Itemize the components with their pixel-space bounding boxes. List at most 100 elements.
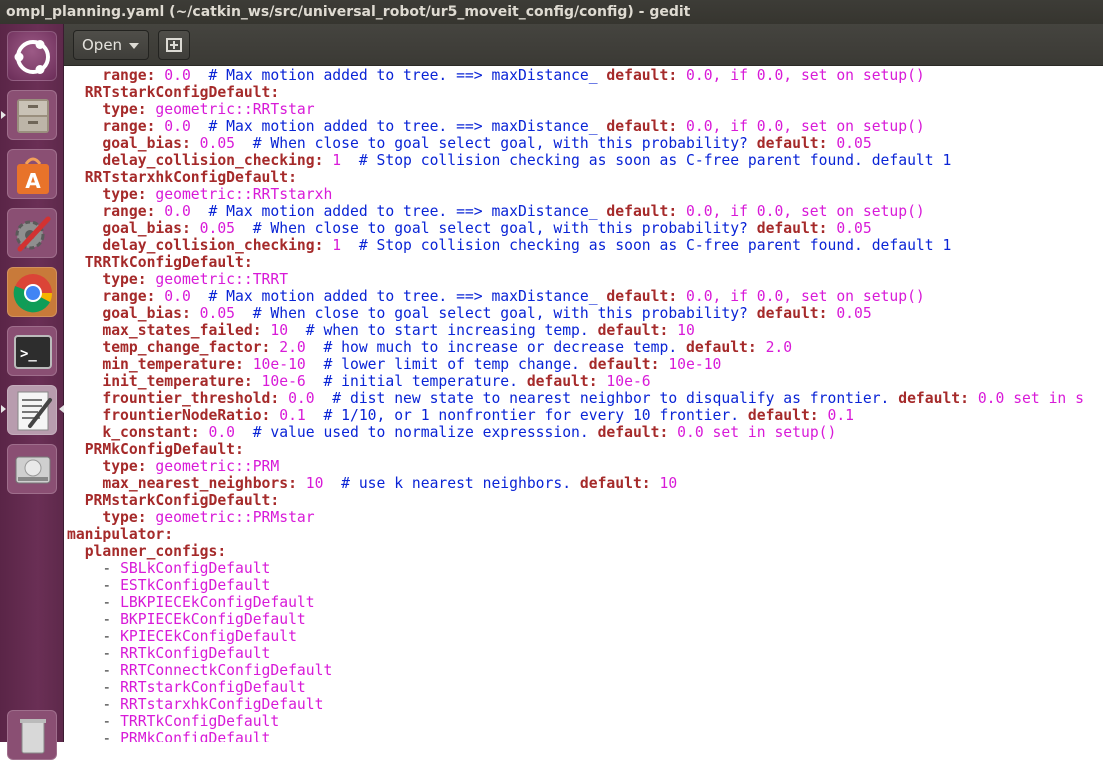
code-line: frountier_threshold: 0.0 # dist new stat… bbox=[67, 390, 1084, 407]
yaml-value: 1 bbox=[323, 152, 342, 169]
yaml-value: 0.0 bbox=[199, 424, 236, 441]
yaml-comment: # Stop collision checking as soon as C-f… bbox=[341, 152, 952, 169]
yaml-key: frountier_threshold: bbox=[102, 390, 280, 407]
svg-text:A: A bbox=[25, 169, 41, 193]
code-line: max_nearest_neighbors: 10 # use k neares… bbox=[67, 475, 677, 492]
yaml-value: geometric::PRM bbox=[146, 458, 280, 475]
yaml-key: range: bbox=[102, 203, 156, 220]
yaml-key: type: bbox=[102, 101, 147, 118]
yaml-value: BKPIECEkConfigDefault bbox=[120, 611, 306, 628]
yaml-comment: # how much to increase or decrease temp. bbox=[305, 339, 686, 356]
yaml-comment: # Max motion added to tree. ==> maxDista… bbox=[190, 203, 607, 220]
text-editor-icon[interactable] bbox=[7, 385, 57, 435]
yaml-value: TRRTkConfigDefault bbox=[120, 713, 280, 730]
yaml-value: PRMkConfigDefault bbox=[120, 730, 271, 742]
whitespace: - bbox=[67, 662, 121, 679]
yaml-key: max_nearest_neighbors: bbox=[102, 475, 297, 492]
yaml-value: geometric::RRTstar bbox=[146, 101, 315, 118]
new-tab-button[interactable] bbox=[158, 30, 190, 60]
code-line: - BKPIECEkConfigDefault bbox=[67, 611, 306, 628]
yaml-key: range: bbox=[102, 67, 156, 84]
yaml-value: 2.0 bbox=[756, 339, 793, 356]
yaml-value: 0.0 bbox=[279, 390, 315, 407]
code-line: TRRTkConfigDefault: bbox=[67, 254, 253, 271]
yaml-key: default: bbox=[606, 67, 678, 84]
yaml-key: default: bbox=[588, 356, 660, 373]
text-editor-area[interactable]: range: 0.0 # Max motion added to tree. =… bbox=[64, 66, 1103, 742]
yaml-key: planner_configs: bbox=[84, 543, 227, 560]
code-line: goal_bias: 0.05 # When close to goal sel… bbox=[67, 135, 871, 152]
yaml-key: default: bbox=[597, 322, 669, 339]
open-button[interactable]: Open bbox=[73, 30, 149, 60]
yaml-value: 2.0 bbox=[270, 339, 306, 356]
code-line: manipulator: bbox=[67, 526, 173, 543]
yaml-value: geometric::TRRT bbox=[146, 271, 289, 288]
yaml-comment: # Max motion added to tree. ==> maxDista… bbox=[190, 118, 607, 135]
yaml-value: 0.05 bbox=[827, 305, 872, 322]
yaml-value: RRTkConfigDefault bbox=[120, 645, 271, 662]
yaml-comment: # Max motion added to tree. ==> maxDista… bbox=[190, 67, 607, 84]
yaml-key: default: bbox=[579, 475, 651, 492]
yaml-key: goal_bias: bbox=[102, 220, 191, 237]
code-line: - TRRTkConfigDefault bbox=[67, 713, 279, 730]
toolbar: Open bbox=[64, 24, 1103, 66]
code-line: type: geometric::PRM bbox=[67, 458, 279, 475]
yaml-value: 10e-10 bbox=[659, 356, 722, 373]
yaml-value: 0.0 bbox=[155, 118, 191, 135]
terminal-icon[interactable]: >_ bbox=[7, 326, 57, 376]
trash-icon[interactable] bbox=[7, 710, 57, 760]
code-line: PRMstarkConfigDefault: bbox=[67, 492, 280, 509]
yaml-comment: # use k nearest neighbors. bbox=[323, 475, 580, 492]
yaml-key: default: bbox=[756, 220, 828, 237]
yaml-comment: # When close to goal select goal, with t… bbox=[235, 305, 757, 322]
yaml-value: RRTstarkConfigDefault bbox=[120, 679, 306, 696]
code-line: delay_collision_checking: 1 # Stop colli… bbox=[67, 237, 951, 254]
yaml-key: type: bbox=[102, 186, 147, 203]
files-icon[interactable] bbox=[7, 90, 57, 140]
yaml-value: 0.05 bbox=[827, 220, 872, 237]
yaml-value: 0.0 set in setup() bbox=[668, 424, 837, 441]
yaml-value: ESTkConfigDefault bbox=[120, 577, 271, 594]
yaml-value: 0.0, if 0.0, set on setup() bbox=[677, 288, 925, 305]
whitespace: - bbox=[67, 628, 121, 645]
yaml-comment: # Stop collision checking as soon as C-f… bbox=[341, 237, 952, 254]
code-line: PRMkConfigDefault: bbox=[67, 441, 244, 458]
system-settings-icon[interactable] bbox=[7, 208, 57, 258]
code-line: - RRTstarxhkConfigDefault bbox=[67, 696, 323, 713]
code-line: frountierNodeRatio: 0.1 # 1/10, or 1 non… bbox=[67, 407, 854, 424]
yaml-key: RRTstarxhkConfigDefault: bbox=[84, 169, 297, 186]
ubuntu-dash-icon[interactable] bbox=[7, 31, 57, 81]
code-line: - RRTstarkConfigDefault bbox=[67, 679, 306, 696]
whitespace: - bbox=[67, 730, 121, 742]
yaml-value: 10e-6 bbox=[252, 373, 306, 390]
yaml-key: TRRTkConfigDefault: bbox=[84, 254, 253, 271]
code-line: type: geometric::TRRT bbox=[67, 271, 288, 288]
yaml-key: delay_collision_checking: bbox=[102, 152, 324, 169]
yaml-key: type: bbox=[102, 458, 147, 475]
yaml-key: default: bbox=[898, 390, 969, 407]
yaml-value: SBLkConfigDefault bbox=[120, 560, 271, 577]
yaml-key: goal_bias: bbox=[102, 135, 191, 152]
yaml-value: 10 bbox=[296, 475, 324, 492]
yaml-value: 0.0, if 0.0, set on setup() bbox=[677, 118, 925, 135]
yaml-key: default: bbox=[756, 305, 828, 322]
drive-icon[interactable] bbox=[7, 444, 57, 494]
chrome-icon[interactable] bbox=[7, 267, 57, 317]
yaml-comment: # 1/10, or 1 nonfrontier for every 10 fr… bbox=[305, 407, 748, 424]
yaml-comment: # value used to normalize expresssion. bbox=[235, 424, 598, 441]
yaml-key: goal_bias: bbox=[102, 305, 191, 322]
svg-text:>_: >_ bbox=[20, 346, 37, 362]
yaml-key: default: bbox=[756, 135, 828, 152]
software-center-icon[interactable]: A bbox=[7, 149, 57, 199]
yaml-key: temp_change_factor: bbox=[102, 339, 271, 356]
code-line: type: geometric::PRMstar bbox=[67, 509, 314, 526]
